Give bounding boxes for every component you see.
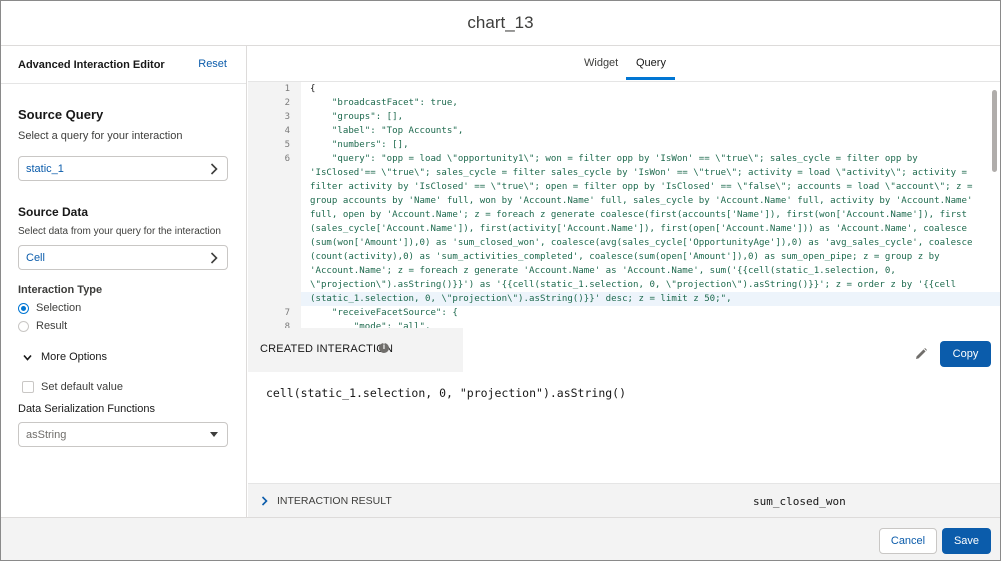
copy-button[interactable]: Copy — [940, 341, 991, 367]
line-number: 2 — [284, 98, 290, 108]
line-number: 7 — [284, 308, 290, 318]
code-line: 'IsClosed'== \"true\"; sales_cycle = fil… — [310, 168, 967, 178]
left-panel: Advanced Interaction Editor Reset Source… — [1, 46, 247, 517]
tab-query[interactable]: Query — [636, 57, 666, 69]
source-query-title: Source Query — [18, 107, 104, 122]
code-line: (sales_cycle['Account.Name']), first(act… — [310, 224, 967, 234]
serialization-title: Data Serialization Functions — [18, 403, 155, 415]
line-number: 4 — [284, 126, 290, 136]
radio-button[interactable] — [18, 320, 29, 332]
chevron-down-icon — [23, 354, 32, 361]
chevron-right-icon[interactable] — [261, 496, 268, 506]
radio-selection[interactable]: Selection — [18, 301, 81, 315]
code-line: group accounts by 'Name' full, won by 'A… — [310, 196, 973, 206]
code-line: 'Account.Name'; z = foreach z generate '… — [310, 266, 896, 276]
query-code-editor[interactable]: 1 2 3 4 5 6 7 8 { "broadcastFacet": true… — [248, 82, 1000, 328]
code-line: "query": "opp = load \"opportunity1\"; w… — [310, 154, 918, 164]
code-line: "mode": "all", — [310, 322, 431, 328]
chevron-right-icon — [210, 163, 218, 175]
interaction-result-section[interactable]: INTERACTION RESULT sum_closed_won — [248, 483, 1000, 517]
pencil-icon[interactable] — [914, 347, 928, 361]
serialization-value: asString — [26, 429, 67, 441]
window-title: chart_13 — [467, 13, 534, 32]
code-line: "receiveFacetSource": { — [310, 308, 458, 318]
line-number: 3 — [284, 112, 290, 122]
code-line: "groups": [], — [310, 112, 404, 122]
line-number: 6 — [284, 154, 290, 164]
source-data-description: Select data from your query for the inte… — [18, 226, 221, 237]
set-default-checkbox[interactable] — [22, 381, 34, 393]
interaction-result-title: INTERACTION RESULT — [277, 495, 392, 507]
right-panel: Widget Query 1 2 3 4 5 6 7 8 { "broadcas… — [248, 46, 1000, 517]
source-query-value: static_1 — [26, 163, 64, 175]
created-interaction-title: CREATED INTERACTION — [260, 343, 394, 355]
source-query-description: Select a query for your interaction — [18, 130, 183, 142]
more-options-label: More Options — [41, 351, 108, 363]
code-line: (static_1.selection, 0, \"projection\").… — [310, 294, 732, 304]
set-default-checkbox-row[interactable]: Set default value — [22, 381, 123, 393]
tab-bar: Widget Query — [248, 46, 1000, 82]
code-line: \"projection\").asString()}}') as '{{cel… — [310, 280, 957, 290]
code-line: "label": "Top Accounts", — [310, 126, 464, 136]
radio-label: Result — [36, 320, 68, 332]
info-icon[interactable] — [379, 342, 389, 353]
code-line: filter activity by 'IsClosed' == \"true\… — [310, 182, 973, 192]
code-line: { — [310, 84, 316, 94]
interaction-expression: cell(static_1.selection, 0, "projection"… — [266, 386, 627, 400]
code-line: (sum(won['Amount']),0) as 'sum_closed_wo… — [310, 238, 973, 248]
radio-result[interactable]: Result — [18, 319, 67, 333]
radio-label: Selection — [36, 302, 82, 314]
modal-window: chart_13 Advanced Interaction Editor Res… — [0, 0, 1001, 561]
line-number: 5 — [284, 140, 290, 150]
code-scrollbar[interactable] — [992, 90, 997, 172]
active-tab-indicator — [626, 77, 675, 80]
save-button[interactable]: Save — [942, 528, 991, 554]
code-line: full, open by 'Account.Name'; z = foreac… — [310, 210, 967, 220]
created-interaction-section: CREATED INTERACTION Copy cell(static_1.s… — [248, 328, 1000, 483]
tab-widget[interactable]: Widget — [584, 57, 618, 69]
radio-button-checked[interactable] — [18, 302, 29, 314]
serialization-select[interactable]: asString — [18, 422, 228, 447]
footer: Cancel Save — [1, 517, 1000, 560]
left-panel-header: Advanced Interaction Editor Reset — [1, 46, 246, 84]
interaction-result-value: sum_closed_won — [753, 495, 846, 508]
source-data-picker[interactable]: Cell — [18, 245, 228, 270]
interaction-type-title: Interaction Type — [18, 284, 103, 296]
source-data-value: Cell — [26, 252, 45, 264]
set-default-label: Set default value — [41, 381, 123, 393]
source-data-title: Source Data — [18, 205, 89, 219]
code-line: (count(activity),0) as 'sum_activities_c… — [310, 252, 940, 262]
code-line: "numbers": [], — [310, 140, 409, 150]
cancel-button[interactable]: Cancel — [879, 528, 937, 554]
source-query-picker[interactable]: static_1 — [18, 156, 228, 181]
line-number: 1 — [284, 84, 290, 94]
panel-title: Advanced Interaction Editor — [18, 59, 165, 71]
created-interaction-header: CREATED INTERACTION — [248, 328, 463, 372]
code-line: "broadcastFacet": true, — [310, 98, 458, 108]
chevron-right-icon — [210, 252, 218, 264]
title-bar: chart_13 — [1, 1, 1000, 46]
caret-down-icon — [210, 432, 218, 437]
reset-link[interactable]: Reset — [198, 58, 227, 70]
more-options-toggle[interactable]: More Options — [23, 351, 107, 363]
